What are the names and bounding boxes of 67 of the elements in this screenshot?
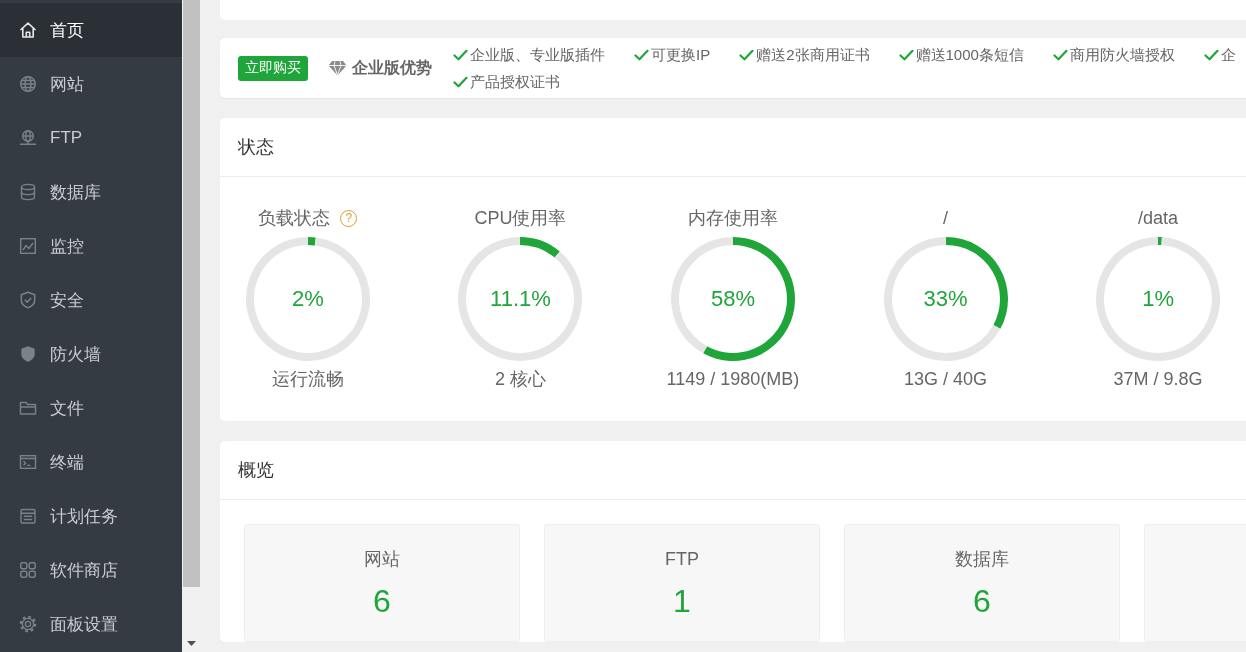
shield-check-icon bbox=[19, 291, 37, 309]
chart-frame-icon bbox=[19, 237, 37, 255]
check-icon bbox=[453, 75, 468, 88]
feature-text: 产品授权证书 bbox=[470, 72, 560, 92]
grid-icon bbox=[19, 561, 37, 579]
settings-icon bbox=[19, 615, 37, 633]
gauge-detail: 37M / 9.8G bbox=[1113, 368, 1203, 391]
tile-label: 网站 bbox=[364, 548, 400, 571]
sidebar-item[interactable]: 网站 bbox=[0, 57, 182, 111]
feature-text: 商用防火墙授权 bbox=[1069, 45, 1175, 65]
feature-text: 企业版、专业版插件 bbox=[470, 45, 605, 65]
sidebar-item[interactable]: 安全 bbox=[0, 273, 182, 327]
sidebar-item[interactable]: 面板设置 bbox=[0, 597, 182, 651]
folder-icon bbox=[19, 399, 37, 417]
globe-icon bbox=[19, 75, 37, 93]
gauge-title: CPU使用率 bbox=[474, 207, 567, 230]
calendar-icon bbox=[19, 507, 37, 525]
sidebar-item[interactable]: 监控 bbox=[0, 219, 182, 273]
tile-label: 数据库 bbox=[955, 548, 1009, 571]
feature-text: 可更换IP bbox=[651, 45, 711, 65]
check-icon bbox=[739, 48, 755, 61]
gauge-value: 11.1% bbox=[490, 286, 551, 312]
stat-tile[interactable]: FTP 1 bbox=[544, 524, 820, 642]
tile-count: 6 bbox=[973, 582, 991, 621]
section-title: 概览 bbox=[238, 459, 274, 482]
stat-tile[interactable]: 数据库 6 bbox=[844, 524, 1120, 642]
gauge-value: 2% bbox=[292, 286, 324, 312]
stat-tile[interactable]: 网站 6 bbox=[244, 524, 520, 642]
sidebar-item[interactable]: FTP bbox=[0, 111, 182, 165]
tile-count: 6 bbox=[373, 582, 391, 621]
database-icon bbox=[19, 183, 37, 201]
gauge-detail: 13G / 40G bbox=[904, 368, 988, 391]
check-icon bbox=[1052, 48, 1068, 61]
gauge-value: 33% bbox=[923, 286, 968, 312]
sidebar-item[interactable]: 计划任务 bbox=[0, 489, 182, 543]
home-icon bbox=[19, 21, 37, 39]
tile-label: FTP bbox=[665, 548, 699, 571]
check-icon bbox=[898, 48, 914, 61]
gauge-title: / bbox=[943, 207, 949, 230]
gauge-detail: 2 核心 bbox=[494, 368, 546, 391]
feature-text: 赠送1000条短信 bbox=[915, 45, 1024, 65]
check-icon bbox=[1203, 48, 1219, 61]
feature-text: 企 bbox=[1220, 45, 1236, 65]
sidebar-item[interactable]: 首页 bbox=[0, 3, 182, 57]
section-title: 状态 bbox=[238, 136, 274, 159]
gauge-title: 内存使用率 bbox=[688, 207, 778, 230]
feature-text: 赠送2张商用证书 bbox=[756, 45, 870, 65]
gauge-title: 负载状态 bbox=[258, 207, 331, 230]
check-icon bbox=[453, 48, 468, 61]
shield-icon bbox=[19, 345, 37, 363]
tile-count: 1 bbox=[673, 582, 691, 621]
promo-title: 企业版优势 bbox=[352, 57, 432, 78]
gauge-title: /data bbox=[1138, 207, 1179, 230]
sidebar-item[interactable]: 终端 bbox=[0, 435, 182, 489]
terminal-icon bbox=[19, 453, 37, 471]
diamond-icon bbox=[328, 60, 347, 76]
sidebar-item[interactable]: 软件商店 bbox=[0, 543, 182, 597]
gauge-value: 58% bbox=[710, 286, 755, 312]
sidebar-item[interactable]: 文件 bbox=[0, 381, 182, 435]
gauge-detail: 1149 / 1980(MB) bbox=[666, 368, 800, 391]
scroll-down-icon[interactable] bbox=[186, 641, 196, 646]
check-icon bbox=[634, 48, 649, 61]
sidebar-item[interactable]: 防火墙 bbox=[0, 327, 182, 381]
gauge-value: 1% bbox=[1142, 286, 1174, 312]
sidebar-item[interactable]: 数据库 bbox=[0, 165, 182, 219]
globe-stand-icon bbox=[19, 129, 37, 147]
gauge-detail: 运行流畅 bbox=[271, 368, 344, 391]
